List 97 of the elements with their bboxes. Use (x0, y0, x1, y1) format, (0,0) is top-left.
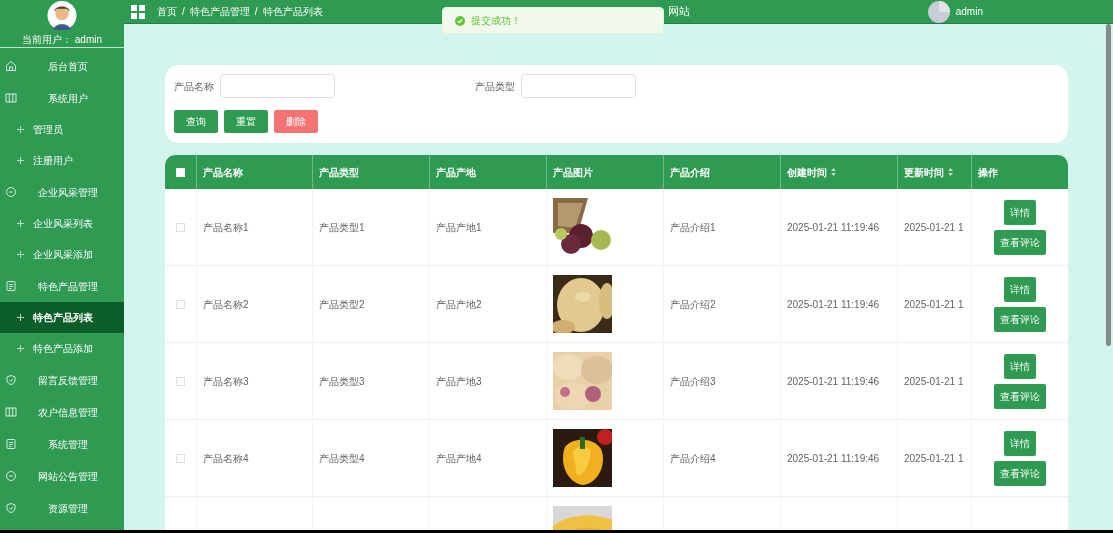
sidebar-subitem[interactable]: 注册用户 (0, 145, 124, 176)
table-cell-text: 2025-01-21 11:19:46 (787, 374, 880, 389)
breadcrumb-link[interactable]: 特色产品管理 (189, 4, 250, 19)
breadcrumb-separator: / (254, 5, 258, 19)
table-cell-text: 产品类型4 (319, 451, 365, 466)
avatar-icon (47, 1, 77, 30)
table-cell-text: 产品名称1 (203, 220, 249, 235)
action-button[interactable]: 删除 (274, 110, 318, 133)
sidebar-subitem[interactable]: 企业风采添加 (0, 239, 124, 270)
table-cell-text: 产品类型2 (319, 297, 365, 312)
check-circle-icon (455, 15, 465, 26)
toast: 提交成功！ (442, 7, 664, 34)
row-action-button[interactable]: 查看评论 (994, 306, 1046, 332)
sidebar-item[interactable]: 农户信息管理 (0, 396, 124, 428)
sidebar-item[interactable]: 系统管理 (0, 428, 124, 460)
table-cell-text: 2025-01-21 1 (904, 297, 964, 312)
checkbox[interactable] (176, 222, 185, 232)
plus-icon (17, 157, 24, 164)
breadcrumb-separator: / (182, 5, 185, 19)
document-icon (5, 280, 17, 292)
grid-icon[interactable] (131, 4, 145, 19)
row-action-button[interactable]: 详情 (1004, 353, 1036, 379)
search-field[interactable] (521, 74, 636, 98)
home-icon (5, 60, 17, 72)
table-cell-text: 产品介绍1 (670, 220, 716, 235)
row-action-button[interactable]: 查看评论 (994, 383, 1046, 409)
column-header[interactable]: 更新时间 (898, 155, 972, 189)
plus-icon (17, 314, 24, 321)
sidebar-subitem[interactable]: 特色产品添加 (0, 333, 124, 364)
table-cell-text: 2025-01-21 1 (904, 451, 964, 466)
row-action-button[interactable]: 详情 (1004, 199, 1036, 225)
plus-icon (17, 345, 24, 352)
field-label: 产品名称 (174, 79, 214, 94)
column-header: 操作 (977, 165, 999, 180)
table-cell-text: 产品产地4 (436, 451, 482, 466)
column-header[interactable]: 创建时间 (781, 155, 898, 189)
sidebar-subitem[interactable]: 企业风采列表 (0, 208, 124, 239)
document-icon (5, 438, 17, 450)
sidebar-subitem[interactable]: 特色产品列表 (0, 302, 124, 333)
action-button[interactable]: 重置 (224, 110, 268, 133)
field-label: 产品类型 (475, 79, 515, 94)
table-cell-text: 产品类型3 (319, 374, 365, 389)
table-cell-text: 产品名称2 (203, 297, 249, 312)
table-cell-text: 2025-01-21 1 (904, 374, 964, 389)
table-cell-text: 2025-01-21 11:19:46 (787, 220, 880, 235)
action-button[interactable]: 查询 (174, 110, 218, 133)
columns-icon (5, 406, 17, 418)
shield-icon (5, 374, 17, 386)
plus-icon (17, 220, 24, 227)
sort-icon (831, 168, 836, 176)
row-action-button[interactable]: 详情 (1004, 276, 1036, 302)
user-name: admin (955, 5, 983, 19)
checkbox[interactable] (176, 376, 185, 386)
chat-icon (5, 470, 17, 482)
table-cell-text: 产品名称3 (203, 374, 249, 389)
shield-icon (5, 502, 17, 514)
table-cell-text: 产品产地2 (436, 297, 482, 312)
sidebar-item[interactable]: 后台首页 (0, 50, 124, 82)
row-action-button[interactable]: 查看评论 (994, 460, 1046, 486)
column-header: 产品产地 (430, 155, 547, 189)
search-field[interactable] (220, 74, 335, 98)
table-cell-text: 产品产地1 (436, 220, 482, 235)
table-cell-text: 产品介绍3 (670, 374, 716, 389)
sort-icon (948, 168, 953, 176)
row-action-button[interactable]: 查看评论 (994, 229, 1046, 255)
column-header: 产品图片 (547, 155, 664, 189)
table-cell-text: 产品名称4 (203, 451, 249, 466)
table-cell-text: 2025-01-21 11:19:46 (787, 297, 880, 312)
sidebar-subitem[interactable]: 管理员 (0, 114, 124, 145)
breadcrumb-link[interactable]: 特色产品列表 (262, 4, 323, 19)
column-header: 产品类型 (313, 155, 430, 189)
checkbox[interactable] (176, 299, 185, 309)
table-cell-text: 2025-01-21 1 (904, 220, 964, 235)
sidebar-item[interactable]: 资源管理 (0, 492, 124, 524)
sidebar-item[interactable]: 特色产品管理 (0, 270, 124, 302)
sidebar-item[interactable]: 系统用户 (0, 82, 124, 114)
row-action-button[interactable]: 详情 (1004, 430, 1036, 456)
site-title: 网站 (667, 4, 690, 20)
table-cell-text: 产品类型1 (319, 220, 365, 235)
table-cell-text: 2025-01-21 11:19:46 (787, 451, 880, 466)
current-user-label: 当前用户： admin (22, 33, 102, 47)
sidebar-item[interactable]: 网站公告管理 (0, 460, 124, 492)
chat-icon (5, 186, 17, 198)
table-cell-text: 产品产地3 (436, 374, 482, 389)
breadcrumb-link[interactable]: 首页 (157, 4, 177, 19)
plus-icon (17, 126, 24, 133)
avatar-icon[interactable] (927, 0, 950, 23)
table-cell-text: 产品介绍4 (670, 451, 716, 466)
sidebar-item[interactable]: 企业风采管理 (0, 176, 124, 208)
columns-icon (5, 92, 17, 104)
checkbox[interactable] (176, 453, 185, 463)
column-header: 产品介绍 (664, 155, 781, 189)
sidebar-item[interactable]: 留言反馈管理 (0, 364, 124, 396)
table-cell-text: 产品介绍2 (670, 297, 716, 312)
column-header: 产品名称 (197, 155, 313, 189)
plus-icon (17, 251, 24, 258)
scrollbar[interactable] (1106, 24, 1111, 346)
